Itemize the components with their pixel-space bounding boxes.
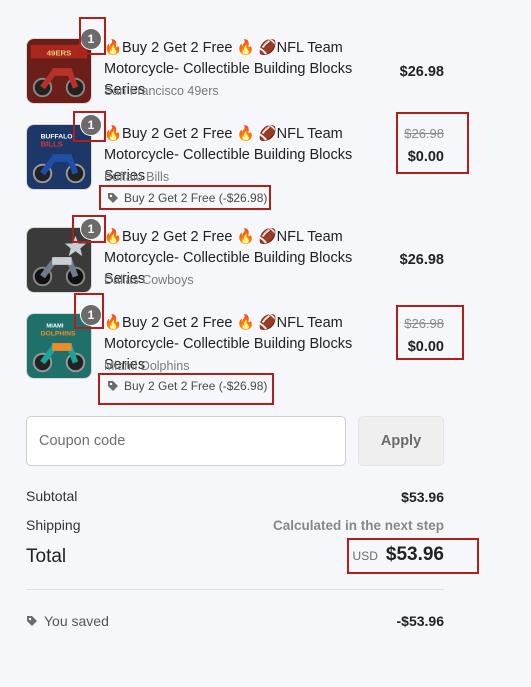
summary-divider	[26, 589, 444, 590]
total-label: Total	[26, 546, 67, 567]
svg-text:DOLPHINS: DOLPHINS	[41, 330, 76, 337]
highlight-box-discount	[98, 373, 274, 405]
highlight-box-discount	[99, 185, 271, 210]
svg-text:49ERS: 49ERS	[47, 48, 72, 57]
saved-value: -$53.96	[396, 613, 444, 629]
svg-text:BILLS: BILLS	[41, 139, 63, 148]
highlight-box-quantity	[72, 215, 106, 243]
highlight-box-quantity	[79, 17, 106, 55]
highlight-box-quantity	[74, 293, 104, 329]
saved-row: You saved	[26, 613, 109, 629]
product-price: $26.98	[399, 252, 444, 268]
shipping-label: Shipping	[26, 517, 81, 533]
highlight-box-total	[347, 538, 479, 574]
subtotal-label: Subtotal	[26, 488, 78, 504]
coupon-code-input[interactable]	[26, 416, 346, 466]
tag-icon	[27, 616, 37, 626]
highlight-box-price	[396, 112, 469, 174]
svg-text:MIAMI: MIAMI	[46, 324, 63, 330]
highlight-box-quantity	[73, 111, 106, 142]
product-variant: San Francisco 49ers	[104, 84, 219, 98]
apply-coupon-button[interactable]: Apply	[358, 416, 444, 466]
highlight-box-price	[396, 305, 464, 360]
saved-label: You saved	[44, 613, 109, 629]
product-variant: Miami Dolphins	[104, 359, 190, 373]
shipping-value: Calculated in the next step	[272, 518, 444, 533]
product-variant: Buffalo Bills	[104, 170, 170, 184]
product-price: $26.98	[399, 64, 444, 80]
product-variant: Dallas Cowboys	[104, 273, 194, 287]
subtotal-value: $53.96	[401, 489, 444, 505]
